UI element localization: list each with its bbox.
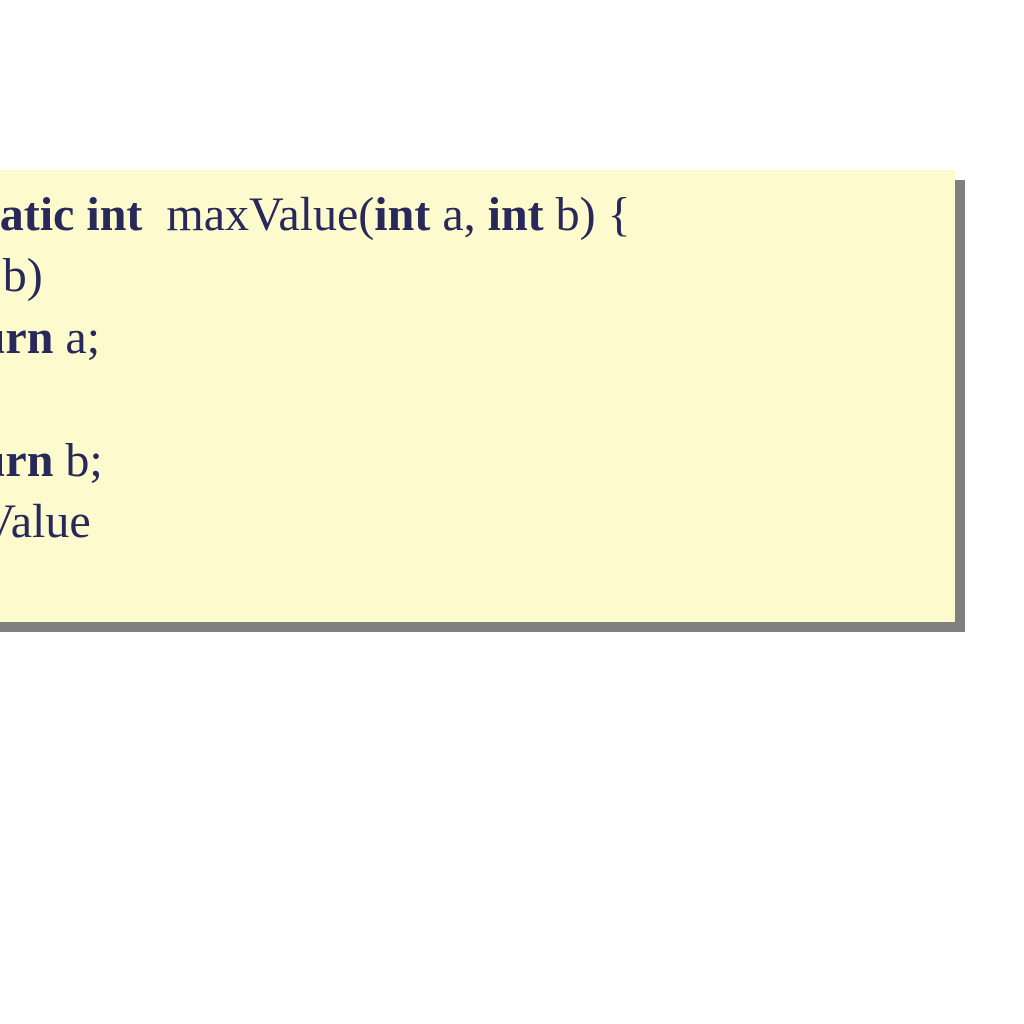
code-text: (a > b) (0, 249, 43, 302)
code-line-5: return b; (0, 430, 955, 491)
keyword-return: return (0, 311, 53, 364)
code-box: public static int maxValue(int a, int b)… (0, 170, 955, 622)
code-line-3: return a; (0, 307, 955, 368)
code-text: b) { (544, 188, 631, 241)
code-text: b; (53, 434, 102, 487)
code-text: } // maxValue (0, 495, 91, 548)
code-text: a; (53, 311, 100, 364)
code-line-4: else (0, 368, 955, 429)
keyword-int: int (488, 188, 544, 241)
keyword-int: int (374, 188, 430, 241)
keyword-public-static-int: public static int (0, 188, 142, 241)
keyword-return: return (0, 434, 53, 487)
code-line-1: public static int maxValue(int a, int b)… (0, 184, 955, 245)
code-text: maxValue( (142, 188, 374, 241)
code-line-2: if (a > b) (0, 245, 955, 306)
code-text: a, (430, 188, 487, 241)
code-line-6: } // maxValue (0, 491, 955, 552)
